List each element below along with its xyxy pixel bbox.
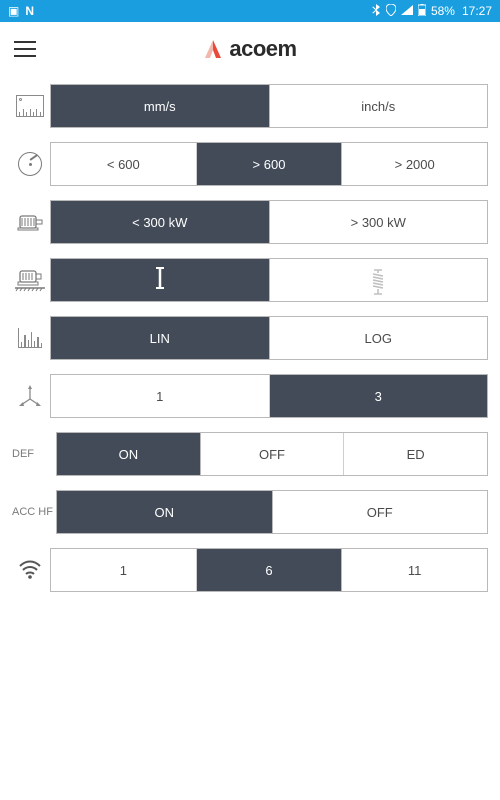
clock: 17:27: [462, 4, 492, 18]
picture-icon: ▣: [8, 5, 19, 17]
scale-option-lin[interactable]: LIN: [51, 317, 269, 359]
seg-mount: [50, 258, 488, 302]
spectrum-icon: [10, 316, 50, 360]
acchf-option-off[interactable]: OFF: [272, 491, 488, 533]
app-header: acoem: [0, 22, 500, 76]
def-option-on[interactable]: ON: [57, 433, 200, 475]
settings-list: mm/s inch/s < 600 > 600 > 2000 < 300 kW …: [0, 76, 500, 592]
row-def: DEF ON OFF ED: [10, 432, 488, 476]
brand-logo-icon: [203, 38, 223, 60]
location-icon: [386, 4, 396, 18]
wifi-option-6[interactable]: 6: [196, 549, 342, 591]
wifi-option-1[interactable]: 1: [51, 549, 196, 591]
seg-axes: 1 3: [50, 374, 488, 418]
acchf-option-on[interactable]: ON: [57, 491, 272, 533]
bluetooth-icon: [372, 4, 381, 18]
menu-button[interactable]: [14, 41, 36, 57]
spring-icon: [371, 269, 385, 291]
speed-option-gt2000[interactable]: > 2000: [341, 143, 487, 185]
status-left: ▣ N: [8, 5, 34, 17]
def-label: DEF: [10, 432, 56, 476]
acchf-label: ACC HF: [10, 490, 56, 534]
row-units: mm/s inch/s: [10, 84, 488, 128]
axes-3d-icon: [10, 374, 50, 418]
seg-speed: < 600 > 600 > 2000: [50, 142, 488, 186]
def-option-off[interactable]: OFF: [200, 433, 344, 475]
status-right: 58% 17:27: [372, 4, 492, 18]
speed-option-gt600[interactable]: > 600: [196, 143, 342, 185]
def-option-ed[interactable]: ED: [343, 433, 487, 475]
machine-base-icon: [10, 258, 50, 302]
seg-wifi: 1 6 11: [50, 548, 488, 592]
brand-name: acoem: [229, 36, 296, 62]
n-icon: N: [25, 5, 34, 17]
battery-percent: 58%: [431, 4, 455, 18]
scale-option-log[interactable]: LOG: [269, 317, 488, 359]
ruler-icon: [10, 84, 50, 128]
mount-option-rigid[interactable]: [51, 259, 269, 301]
seg-acchf: ON OFF: [56, 490, 488, 534]
axes-option-1[interactable]: 1: [51, 375, 269, 417]
row-speed: < 600 > 600 > 2000: [10, 142, 488, 186]
units-option-inchs[interactable]: inch/s: [269, 85, 488, 127]
seg-def: ON OFF ED: [56, 432, 488, 476]
power-option-gt300[interactable]: > 300 kW: [269, 201, 488, 243]
row-scale: LIN LOG: [10, 316, 488, 360]
row-mount: [10, 258, 488, 302]
motor-icon: [10, 200, 50, 244]
gauge-icon: [10, 142, 50, 186]
row-power: < 300 kW > 300 kW: [10, 200, 488, 244]
speed-option-lt600[interactable]: < 600: [51, 143, 196, 185]
row-axes: 1 3: [10, 374, 488, 418]
battery-icon: [418, 4, 426, 18]
seg-power: < 300 kW > 300 kW: [50, 200, 488, 244]
brand: acoem: [0, 36, 500, 62]
seg-units: mm/s inch/s: [50, 84, 488, 128]
wifi-option-11[interactable]: 11: [341, 549, 487, 591]
android-status-bar: ▣ N 58% 17:27: [0, 0, 500, 22]
wifi-icon: [10, 548, 50, 592]
power-option-lt300[interactable]: < 300 kW: [51, 201, 269, 243]
axes-option-3[interactable]: 3: [269, 375, 488, 417]
rigid-icon: [155, 266, 165, 295]
row-wifi: 1 6 11: [10, 548, 488, 592]
row-acchf: ACC HF ON OFF: [10, 490, 488, 534]
mount-option-flexible[interactable]: [269, 259, 488, 301]
seg-scale: LIN LOG: [50, 316, 488, 360]
units-option-mms[interactable]: mm/s: [51, 85, 269, 127]
signal-icon: [401, 5, 413, 17]
